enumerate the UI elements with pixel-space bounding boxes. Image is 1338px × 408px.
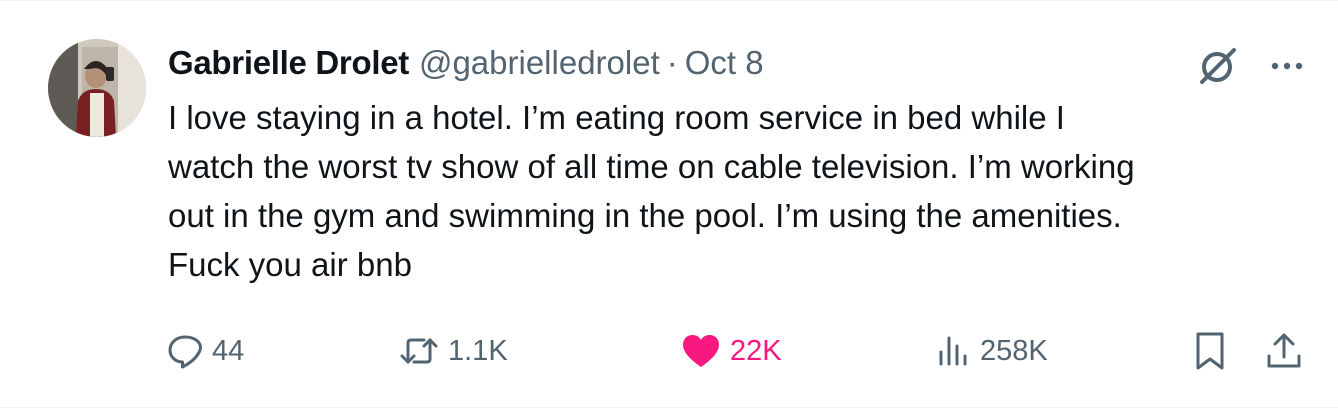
share-icon [1267, 333, 1301, 368]
avatar-photo [48, 39, 146, 137]
like-button[interactable]: 22K [680, 329, 782, 373]
bookmark-button[interactable] [1190, 329, 1230, 373]
separator-dot: · [666, 44, 678, 81]
bookmark-icon [1196, 332, 1224, 370]
reply-icon [168, 335, 202, 369]
author-handle[interactable]: @gabrielledrolet [419, 44, 660, 82]
tweet-date[interactable]: Oct 8 [685, 44, 764, 82]
reply-count: 44 [212, 334, 245, 367]
views-icon [939, 336, 967, 366]
avatar[interactable] [48, 39, 146, 137]
reply-button[interactable]: 44 [166, 329, 244, 373]
like-count: 22K [730, 334, 782, 367]
author-name[interactable]: Gabrielle Drolet [168, 44, 409, 82]
share-button[interactable] [1264, 329, 1304, 373]
more-icon[interactable] [1264, 51, 1310, 81]
tweet-text: I love staying in a hotel. I’m eating ro… [168, 99, 1135, 283]
views-count: 258K [980, 334, 1048, 367]
repost-count: 1.1K [448, 334, 508, 367]
repost-button[interactable]: 1.1K [398, 329, 508, 373]
heart-icon [683, 335, 719, 367]
tweet-header: Gabrielle Drolet @gabrielledrolet · Oct … [168, 41, 764, 85]
tweet-card: Gabrielle Drolet @gabrielledrolet · Oct … [0, 0, 1338, 408]
grok-icon[interactable] [1196, 45, 1238, 87]
repost-icon [400, 338, 438, 364]
views-button[interactable]: 258K [936, 329, 1048, 373]
